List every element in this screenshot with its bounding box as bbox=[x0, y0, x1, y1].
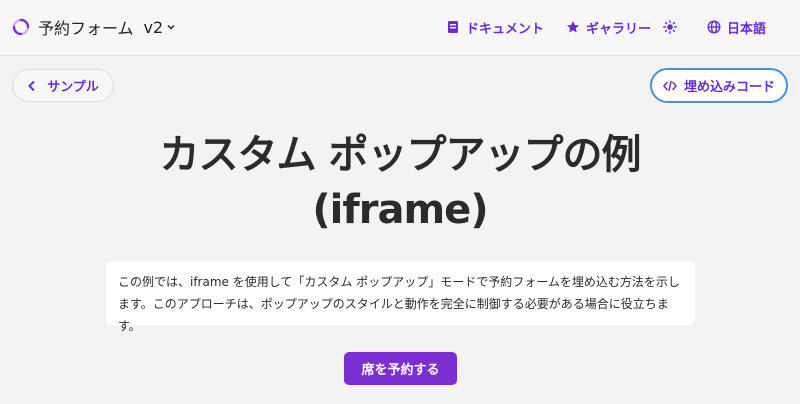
chevron-left-icon bbox=[27, 80, 37, 92]
reserve-seat-button[interactable]: 席を予約する bbox=[344, 352, 457, 385]
chevron-down-icon bbox=[166, 22, 176, 32]
language-selector[interactable]: 日本語 bbox=[707, 14, 766, 40]
version-selector[interactable]: v2 bbox=[144, 18, 177, 37]
title-line-1: カスタム ポップアップの例 bbox=[159, 132, 642, 178]
description: この例では、iframe を使用して「カスタム ポップアップ」モードで予約フォー… bbox=[106, 261, 695, 333]
brand[interactable]: 予約フォーム v2 bbox=[12, 14, 176, 40]
brand-name: 予約フォーム bbox=[38, 19, 134, 38]
theme-toggle[interactable] bbox=[663, 14, 683, 40]
embed-code-button[interactable]: 埋め込みコード bbox=[650, 68, 788, 103]
nav-gallery-label: ギャラリー bbox=[586, 21, 652, 37]
nav-docs[interactable]: ドキュメント bbox=[446, 14, 544, 40]
back-label: サンプル bbox=[47, 80, 99, 95]
book-icon bbox=[446, 20, 460, 34]
embed-label: 埋め込みコード bbox=[683, 80, 775, 95]
page-title: カスタム ポップアップの例 (iframe) bbox=[100, 128, 700, 238]
sun-icon bbox=[663, 20, 677, 34]
nav-docs-label: ドキュメント bbox=[466, 21, 545, 37]
code-icon bbox=[662, 80, 677, 92]
loader-icon bbox=[12, 18, 30, 36]
star-icon bbox=[566, 20, 580, 34]
back-to-samples-button[interactable]: サンプル bbox=[12, 69, 114, 102]
language-label: 日本語 bbox=[727, 21, 767, 37]
version-label: v2 bbox=[143, 17, 164, 37]
nav-gallery[interactable]: ギャラリー bbox=[566, 14, 651, 40]
globe-icon bbox=[707, 20, 721, 34]
top-header: 予約フォーム v2 ドキュメント ギャラリー 日本語 bbox=[0, 0, 800, 56]
title-line-2: (iframe) bbox=[312, 187, 488, 233]
